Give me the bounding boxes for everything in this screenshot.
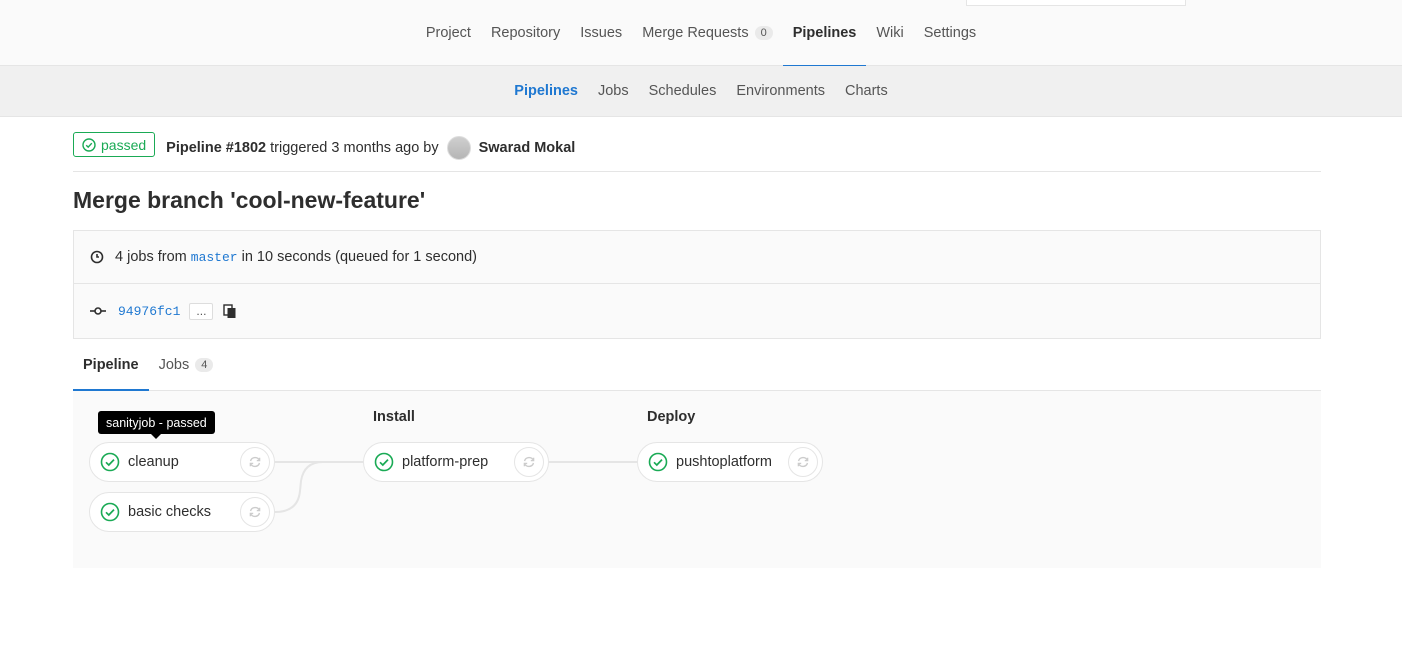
nav-issues[interactable]: Issues bbox=[570, 0, 632, 66]
branch-link[interactable]: master bbox=[191, 250, 238, 265]
status-badge-label: passed bbox=[101, 136, 147, 153]
check-circle-icon bbox=[100, 452, 120, 472]
job-basic-checks-label: basic checks bbox=[128, 504, 212, 520]
job-pushtoplatform[interactable]: pushtoplatform bbox=[637, 442, 823, 482]
nav-project-label: Project bbox=[425, 25, 471, 41]
job-platform-prep-label: platform-prep bbox=[402, 454, 489, 470]
page-title: Merge branch 'cool-new-feature' bbox=[73, 187, 426, 213]
nav-merge-requests-label: Merge Requests bbox=[642, 25, 749, 41]
job-tooltip: sanityjob - passed bbox=[98, 411, 215, 439]
job-cleanup[interactable]: cleanup bbox=[89, 442, 275, 482]
retry-icon bbox=[249, 506, 261, 518]
retry-icon bbox=[797, 456, 809, 468]
top-navigation: Project Repository Issues Merge Requests… bbox=[0, 0, 1402, 67]
pipeline-info-box: 4 jobs from master in 10 seconds (queued… bbox=[73, 230, 1321, 339]
subnav-charts[interactable]: Charts bbox=[835, 66, 898, 116]
tab-jobs[interactable]: Jobs 4 bbox=[149, 339, 224, 390]
nav-settings[interactable]: Settings bbox=[914, 0, 986, 66]
commit-sha-link[interactable]: 94976fc1 bbox=[118, 304, 180, 319]
job-platform-prep[interactable]: platform-prep bbox=[363, 442, 549, 482]
job-basic-checks[interactable]: basic checks bbox=[89, 492, 275, 532]
expand-commit-message-button[interactable]: ... bbox=[189, 302, 214, 320]
status-badge[interactable]: passed bbox=[73, 132, 156, 157]
retry-job-pushtoplatform-button[interactable] bbox=[788, 447, 818, 477]
nav-settings-label: Settings bbox=[923, 25, 977, 41]
stage-title-deploy: Deploy bbox=[647, 409, 696, 425]
subnav-environments[interactable]: Environments bbox=[726, 66, 835, 116]
retry-icon bbox=[523, 456, 535, 468]
nav-repository[interactable]: Repository bbox=[481, 0, 570, 66]
merge-requests-count-badge: 0 bbox=[754, 26, 773, 40]
subnav-pipelines[interactable]: Pipelines bbox=[504, 66, 588, 116]
pipeline-triggered-text: triggered 3 months ago by bbox=[270, 140, 439, 156]
check-circle-icon bbox=[374, 452, 394, 472]
job-pushtoplatform-label: pushtoplatform bbox=[676, 454, 772, 470]
user-name[interactable]: Swarad Mokal bbox=[479, 140, 576, 156]
nav-pipelines-label: Pipelines bbox=[792, 25, 857, 41]
retry-job-platform-prep-button[interactable] bbox=[514, 447, 544, 477]
commit-row: 94976fc1 ... bbox=[74, 284, 1320, 338]
pipeline-tabs: Pipeline Jobs 4 bbox=[73, 339, 1321, 391]
nav-merge-requests[interactable]: Merge Requests 0 bbox=[632, 0, 783, 66]
check-circle-icon bbox=[100, 502, 120, 522]
subnav-jobs[interactable]: Jobs bbox=[588, 66, 639, 116]
clock-icon bbox=[90, 250, 104, 264]
check-circle-icon bbox=[648, 452, 668, 472]
retry-icon bbox=[249, 456, 261, 468]
job-cleanup-label: cleanup bbox=[128, 454, 179, 470]
tab-pipeline[interactable]: Pipeline bbox=[73, 339, 149, 391]
nav-wiki-label: Wiki bbox=[876, 25, 904, 41]
pipeline-id: Pipeline #1802 bbox=[166, 140, 267, 156]
copy-icon[interactable] bbox=[223, 303, 237, 319]
tab-pipeline-label: Pipeline bbox=[83, 356, 139, 373]
pipeline-graph: Install Deploy cleanup basic checks plat… bbox=[73, 391, 1321, 568]
subnav-schedules[interactable]: Schedules bbox=[639, 66, 727, 116]
retry-job-cleanup-button[interactable] bbox=[240, 447, 270, 477]
jobs-summary-suffix: in 10 seconds (queued for 1 second) bbox=[241, 249, 477, 265]
nav-project[interactable]: Project bbox=[416, 0, 481, 66]
check-circle-icon bbox=[82, 137, 96, 152]
stage-title-install: Install bbox=[373, 409, 415, 425]
pipeline-duration-row: 4 jobs from master in 10 seconds (queued… bbox=[74, 231, 1320, 284]
sub-navigation: Pipelines Jobs Schedules Environments Ch… bbox=[0, 66, 1402, 117]
tab-jobs-label: Jobs bbox=[158, 356, 190, 373]
commit-icon bbox=[90, 307, 106, 315]
nav-pipelines[interactable]: Pipelines bbox=[782, 0, 867, 67]
nav-wiki[interactable]: Wiki bbox=[866, 0, 913, 66]
jobs-summary-prefix: 4 jobs from bbox=[115, 249, 187, 265]
pipeline-header: passed Pipeline #1802 triggered 3 months… bbox=[73, 131, 1321, 172]
jobs-count-badge: 4 bbox=[195, 357, 214, 372]
retry-job-basic-checks-button[interactable] bbox=[240, 497, 270, 527]
avatar[interactable] bbox=[446, 136, 471, 160]
nav-repository-label: Repository bbox=[490, 25, 561, 41]
nav-issues-label: Issues bbox=[580, 25, 623, 41]
